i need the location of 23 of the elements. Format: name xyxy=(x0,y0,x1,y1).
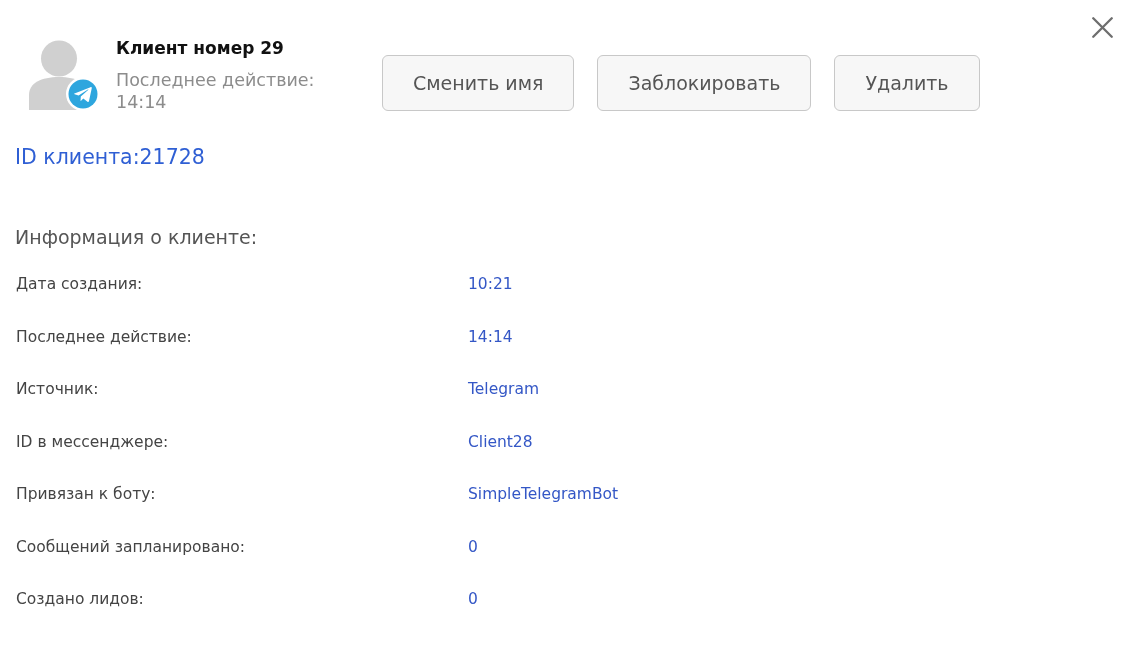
field-value: Telegram xyxy=(468,380,541,399)
close-icon[interactable] xyxy=(1092,17,1113,38)
last-action-text: Последнее действие: 14:14 xyxy=(116,69,316,113)
field-label: Последнее действие: xyxy=(16,327,193,346)
field-label: ID в мессенджере: xyxy=(16,432,170,451)
action-button[interactable]: Удалить xyxy=(834,55,980,111)
action-button[interactable]: Заблокировать xyxy=(597,55,812,111)
field-value: Client28 xyxy=(468,432,534,451)
field-label: Дата создания: xyxy=(16,275,144,294)
field-label: Создано лидов: xyxy=(16,590,145,609)
field-value: 14:14 xyxy=(468,327,514,346)
field-value: 0 xyxy=(468,537,479,556)
client-name: Клиент номер 29 xyxy=(116,37,285,60)
client-id-link[interactable]: ID клиента:21728 xyxy=(15,144,205,170)
field-value: 10:21 xyxy=(468,275,514,294)
field-value: SimpleTelegramBot xyxy=(468,485,619,504)
field-label: Привязан к боту: xyxy=(16,485,157,504)
field-value: 0 xyxy=(468,590,479,609)
field-label: Источник: xyxy=(16,380,100,399)
field-label: Сообщений запланировано: xyxy=(16,537,246,556)
action-button[interactable]: Сменить имя xyxy=(382,55,575,111)
section-title: Информация о клиенте: xyxy=(15,225,259,250)
paper-plane-badge-icon xyxy=(66,77,100,111)
